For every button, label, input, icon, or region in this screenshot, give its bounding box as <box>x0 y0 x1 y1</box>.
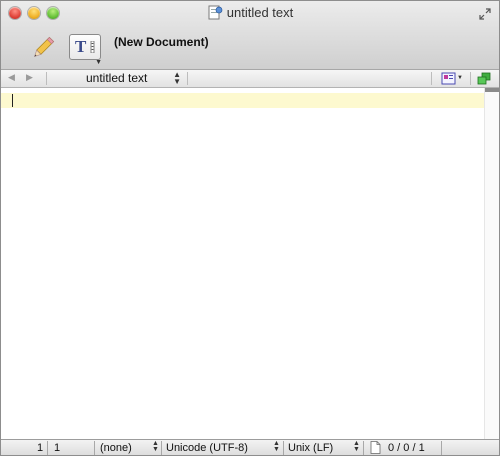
forward-arrow-icon[interactable]: ▶ <box>26 72 33 83</box>
navigation-bar: ◀ ▶ untitled text ▲ ▼ ▼ <box>1 70 499 88</box>
text-editor[interactable] <box>1 88 485 439</box>
current-line-highlight <box>1 93 485 108</box>
popup-arrows-icon: ▲ ▼ <box>273 440 280 453</box>
line-number[interactable]: 1 <box>37 442 43 455</box>
document-popup-menu[interactable]: untitled text ▲ ▼ <box>86 71 186 86</box>
text-cursor <box>12 94 13 107</box>
divider <box>283 441 284 455</box>
vertical-scrollbar[interactable] <box>484 88 499 439</box>
app-window: untitled text T ▼ (New Document) ◀ ▶ unt… <box>0 0 500 456</box>
divider <box>187 72 188 85</box>
language-label: (none) <box>100 442 132 454</box>
title-bar: untitled text T ▼ (New Document) <box>1 1 499 70</box>
document-icon[interactable] <box>370 441 381 455</box>
back-arrow-icon[interactable]: ◀ <box>8 72 15 83</box>
text-options-icon: T <box>75 37 87 56</box>
split-view-icon[interactable] <box>477 72 491 85</box>
divider <box>94 441 95 455</box>
line-endings-label: Unix (LF) <box>288 442 334 454</box>
status-bar: 1 1 (none) ▲ ▼ Unicode (UTF-8) ▲ ▼ Unix (L… <box>1 439 499 455</box>
window-title: untitled text <box>1 5 499 24</box>
document-counts[interactable]: 0 / 0 / 1 <box>388 442 425 455</box>
document-popup-label: untitled text <box>86 71 148 85</box>
encoding-label: Unicode (UTF-8) <box>166 442 248 454</box>
chevron-down-icon[interactable]: ▼ <box>457 75 463 81</box>
divider <box>46 72 47 85</box>
pencil-icon[interactable] <box>29 34 57 62</box>
divider <box>161 441 162 455</box>
popup-arrows-icon: ▲ ▼ <box>152 440 159 453</box>
divider <box>431 72 432 85</box>
text-options-button[interactable]: T ▼ <box>69 34 102 66</box>
fullscreen-icon[interactable] <box>479 7 491 20</box>
divider <box>470 72 471 85</box>
split-bar-handle[interactable] <box>485 88 499 92</box>
popup-arrows-icon: ▲ ▼ <box>173 70 181 86</box>
chevron-down-icon: ▼ <box>95 59 102 66</box>
document-name-label: (New Document) <box>114 35 209 49</box>
markers-icon[interactable] <box>441 72 457 85</box>
popup-arrows-icon: ▲ ▼ <box>353 440 360 453</box>
window-title-text: untitled text <box>226 5 294 20</box>
divider <box>363 441 364 455</box>
divider <box>47 441 48 455</box>
divider <box>441 441 442 455</box>
document-proxy-icon[interactable] <box>207 5 223 24</box>
column-number[interactable]: 1 <box>54 442 60 455</box>
